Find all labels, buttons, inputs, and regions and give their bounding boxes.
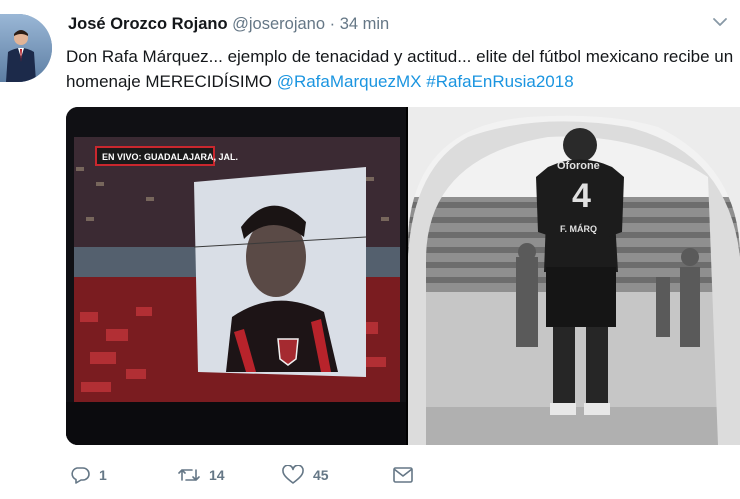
reply-count: 1 — [99, 467, 107, 483]
direct-message-button[interactable] — [392, 462, 414, 488]
retweet-count: 14 — [209, 467, 225, 483]
retweet-icon — [178, 469, 200, 481]
author-handle[interactable]: @joserojano — [232, 15, 325, 33]
jersey-number-text: 4 — [572, 177, 591, 215]
envelope-icon — [393, 467, 413, 483]
tweet-actions: 1 14 45 — [66, 462, 740, 488]
reply-button[interactable]: 1 — [70, 462, 107, 488]
tweet-text: Don Rafa Márquez... ejemplo de tenacidad… — [66, 44, 734, 94]
separator-dot: · — [329, 15, 336, 33]
mention-link[interactable]: @RafaMarquezMX — [277, 72, 422, 91]
author-name[interactable]: José Orozco Rojano — [68, 15, 228, 33]
reply-icon — [71, 467, 90, 484]
avatar[interactable] — [0, 14, 52, 82]
heart-icon — [282, 465, 304, 484]
like-count: 45 — [313, 467, 329, 483]
hashtag-link[interactable]: #RafaEnRusia2018 — [426, 72, 573, 91]
jersey-brand-text: Oforone — [557, 160, 600, 172]
like-button[interactable]: 45 — [282, 462, 329, 488]
tweet-timestamp[interactable]: 34 min — [340, 15, 390, 33]
retweet-button[interactable]: 14 — [178, 462, 225, 488]
player-tunnel-photo[interactable]: Oforone 4 F. MÁRQ — [408, 107, 740, 445]
avatar-person — [6, 30, 36, 82]
stadium-tifo-photo[interactable]: EN VIVO: GUADALAJARA, JAL. — [66, 107, 406, 445]
jersey-name-text: F. MÁRQ — [560, 224, 597, 234]
tweet-media[interactable]: EN VIVO: GUADALAJARA, JAL. Oforone 4 F. … — [66, 107, 740, 445]
tweet-header: José Orozco Rojano @joserojano · 34 min — [68, 15, 389, 34]
chevron-down-icon[interactable] — [712, 14, 728, 30]
live-overlay-text: EN VIVO: GUADALAJARA, JAL. — [102, 152, 238, 162]
